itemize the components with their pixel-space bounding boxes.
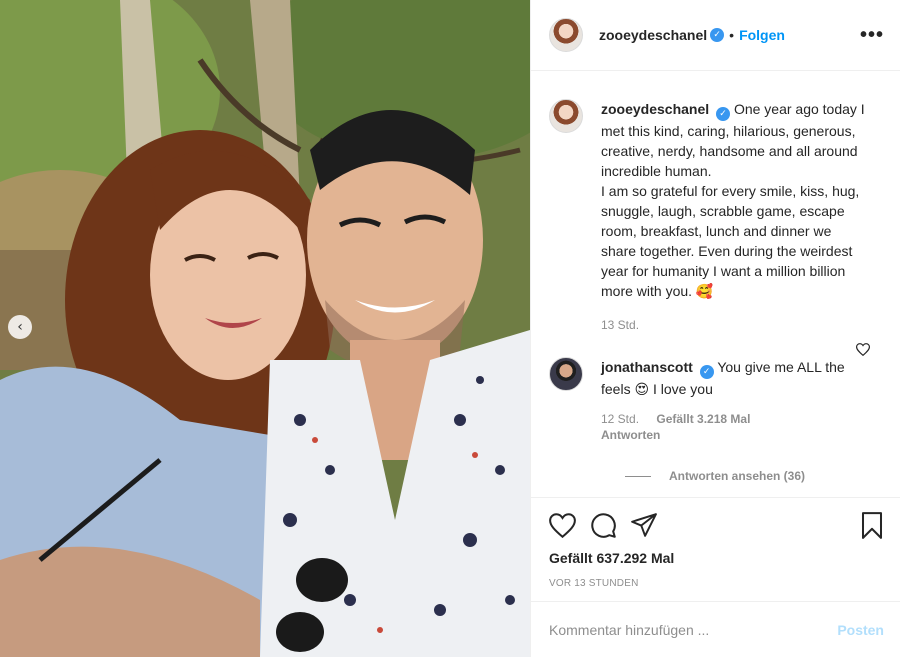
comment-icon[interactable] <box>590 512 617 539</box>
reply-author-avatar[interactable] <box>549 357 583 391</box>
reply-meta: 12 Std. Gefällt 3.218 Mal Antworten <box>601 411 869 443</box>
post-comment-button[interactable]: Posten <box>837 622 884 638</box>
verified-badge-icon: ✓ <box>699 365 714 379</box>
post-sidebar: zooeydeschanel ✓ • Folgen ••• zooeydesch… <box>530 0 900 657</box>
comment-input[interactable]: Kommentar hinzufügen ... <box>549 622 709 638</box>
view-replies-button[interactable]: Antworten ansehen (36) <box>625 469 884 483</box>
reply-likes[interactable]: Gefällt 3.218 Mal <box>656 412 750 426</box>
follow-button[interactable]: Folgen <box>739 27 785 43</box>
reply-timestamp[interactable]: 12 Std. <box>601 412 639 426</box>
previous-image-button[interactable]: ‹ <box>8 315 32 339</box>
caption-author-avatar[interactable] <box>549 99 583 133</box>
comments-section[interactable]: zooeydeschanel ✓ One year ago today I me… <box>531 71 900 497</box>
bookmark-icon[interactable] <box>860 511 884 539</box>
caption-text: One year ago today I met this kind, cari… <box>601 101 865 299</box>
verified-badge-icon: ✓ <box>716 107 731 121</box>
share-icon[interactable] <box>631 513 657 537</box>
chevron-left-icon: ‹ <box>17 319 23 335</box>
likes-count[interactable]: Gefällt 637.292 Mal <box>549 550 884 566</box>
selfie-photo-illustration <box>0 0 530 657</box>
caption-comment: zooeydeschanel ✓ One year ago today I me… <box>549 99 884 335</box>
reply-answer-button[interactable]: Antworten <box>601 428 660 442</box>
post-timestamp[interactable]: VOR 13 STUNDEN <box>549 578 884 589</box>
reply-comment: jonathanscott ✓ You give me ALL the feel… <box>549 357 884 443</box>
reply-username[interactable]: jonathanscott <box>601 359 693 375</box>
view-replies-line <box>625 475 651 477</box>
instagram-post: ‹ zooeydeschanel ✓ • Folgen ••• zooeydes… <box>0 0 900 657</box>
author-avatar[interactable] <box>549 18 583 52</box>
view-replies-label: Antworten ansehen (36) <box>669 469 806 483</box>
post-actions: Gefällt 637.292 Mal VOR 13 STUNDEN <box>531 497 900 601</box>
more-options-icon[interactable]: ••• <box>860 24 884 47</box>
post-header: zooeydeschanel ✓ • Folgen ••• <box>531 0 900 71</box>
post-photo[interactable]: ‹ <box>0 0 530 657</box>
separator-dot: • <box>729 27 735 43</box>
caption-username[interactable]: zooeydeschanel <box>601 101 709 117</box>
caption-timestamp[interactable]: 13 Std. <box>601 318 639 332</box>
add-comment-bar: Kommentar hinzufügen ... Posten <box>531 601 900 657</box>
verified-badge-icon: ✓ <box>710 28 725 42</box>
action-icons <box>549 510 884 540</box>
heart-icon[interactable] <box>549 512 576 538</box>
author-username[interactable]: zooeydeschanel <box>599 27 707 43</box>
caption-meta: 13 Std. <box>601 315 869 335</box>
like-comment-heart-icon[interactable] <box>856 343 870 356</box>
